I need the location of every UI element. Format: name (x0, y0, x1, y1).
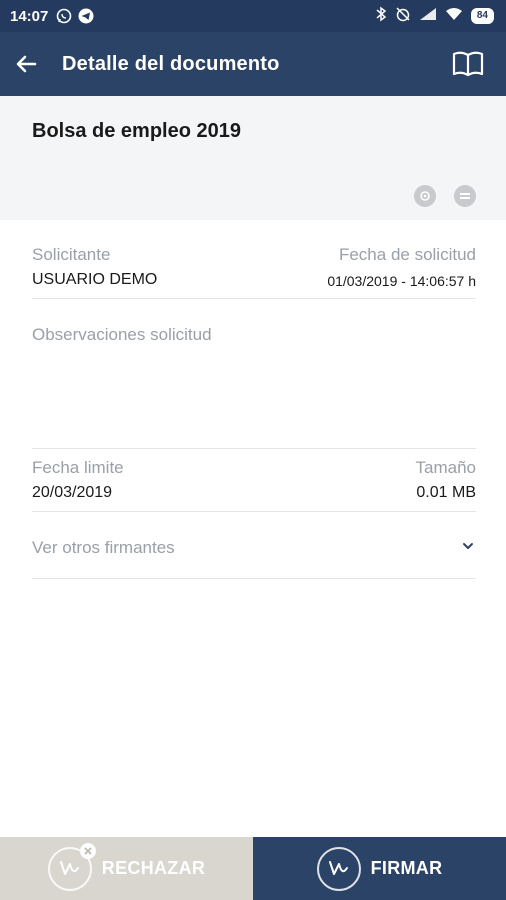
whatsapp-icon (56, 8, 72, 24)
page-title: Detalle del documento (62, 52, 280, 75)
reject-button[interactable]: RECHAZAR (0, 837, 253, 900)
document-header: Bolsa de empleo 2019 (0, 96, 506, 220)
tamano-value: 0.01 MB (416, 484, 476, 501)
battery-indicator: 84 (470, 8, 494, 24)
otros-firmantes-toggle[interactable]: Ver otros firmantes (32, 538, 476, 562)
close-icon (79, 842, 96, 859)
solicitante-value: USUARIO DEMO (32, 271, 158, 288)
book-icon (452, 51, 484, 77)
status-time: 14:07 (10, 7, 49, 25)
fecha-limite-label: Fecha limite (32, 458, 124, 477)
otros-firmantes-label: Ver otros firmantes (32, 538, 175, 557)
sign-label: FIRMAR (370, 858, 443, 878)
telegram-icon (78, 8, 94, 24)
sign-signature-icon (316, 846, 361, 891)
back-button[interactable] (0, 32, 54, 96)
limit-size-row: Fecha limite 20/03/2019 Tamaño 0.01 MB (32, 458, 476, 502)
arrow-left-icon (16, 55, 37, 73)
reject-signature-icon (47, 842, 96, 891)
bottom-action-bar: RECHAZAR FIRMAR (0, 837, 506, 900)
sign-button[interactable]: FIRMAR (253, 837, 506, 900)
fecha-solicitud-block: Fecha de solicitud 01/03/2019 - 14:06:57… (327, 245, 476, 289)
fecha-solicitud-label: Fecha de solicitud (338, 245, 476, 264)
book-button[interactable] (452, 50, 484, 78)
divider (32, 298, 476, 299)
divider (32, 448, 476, 449)
attachment-status-icon (414, 185, 436, 207)
divider (32, 511, 476, 512)
status-right-icons: 84 (375, 6, 494, 26)
divider (32, 578, 476, 579)
alarm-off-icon (395, 6, 411, 26)
bluetooth-icon (375, 6, 387, 26)
equal-status-icon (454, 185, 476, 207)
document-title: Bolsa de empleo 2019 (32, 120, 241, 142)
app-bar: Detalle del documento (0, 32, 506, 96)
status-bar: 14:07 84 (0, 0, 506, 32)
fecha-limite-block: Fecha limite 20/03/2019 (32, 458, 124, 502)
chevron-down-icon[interactable] (460, 538, 476, 554)
fecha-solicitud-value: 01/03/2019 - 14:06:57 h (327, 273, 476, 289)
document-status-icons (414, 185, 476, 207)
fecha-limite-value: 20/03/2019 (32, 484, 113, 501)
tamano-block: Tamaño 0.01 MB (416, 458, 476, 502)
request-info-row: Solicitante USUARIO DEMO Fecha de solici… (32, 245, 476, 289)
solicitante-label: Solicitante (32, 245, 111, 264)
wifi-icon (445, 7, 463, 25)
tamano-label: Tamaño (415, 458, 476, 477)
signal-icon (419, 7, 437, 25)
solicitante-block: Solicitante USUARIO DEMO (32, 245, 157, 289)
observaciones-label: Observaciones solicitud (32, 325, 212, 344)
observaciones-block: Observaciones solicitud (32, 325, 476, 345)
reject-label: RECHAZAR (101, 858, 206, 878)
